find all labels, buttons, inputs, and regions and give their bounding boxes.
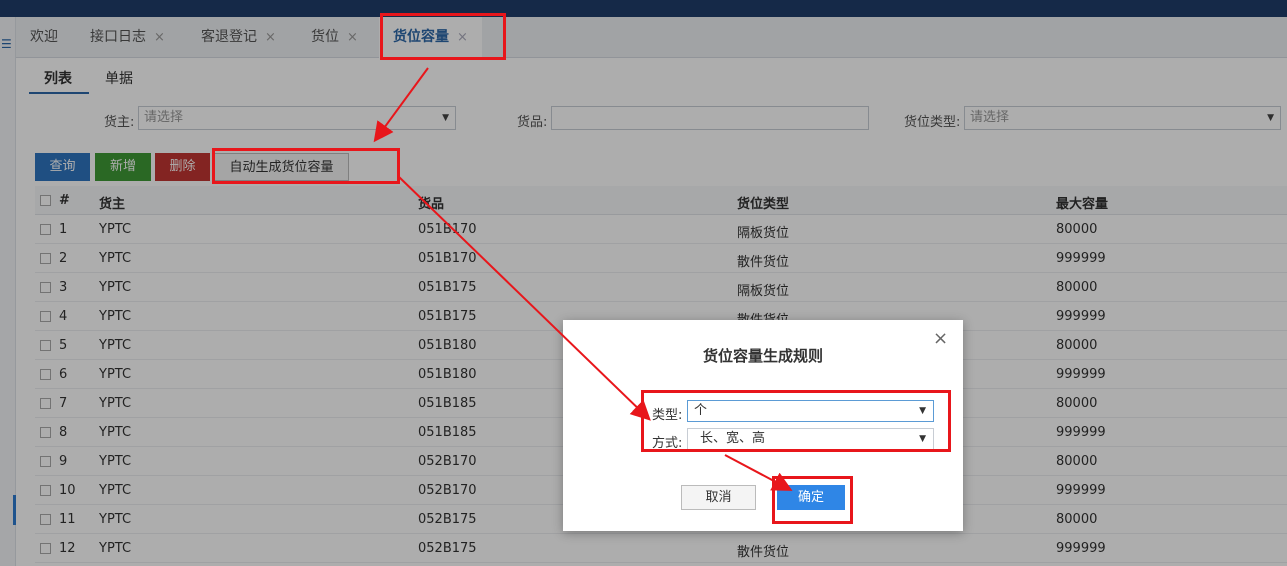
annotation-arrows (373, 67, 793, 491)
annotation-arrow-2 (397, 175, 651, 421)
annotation-arrow-3 (724, 454, 793, 491)
annotation-arrow-1 (373, 67, 429, 143)
